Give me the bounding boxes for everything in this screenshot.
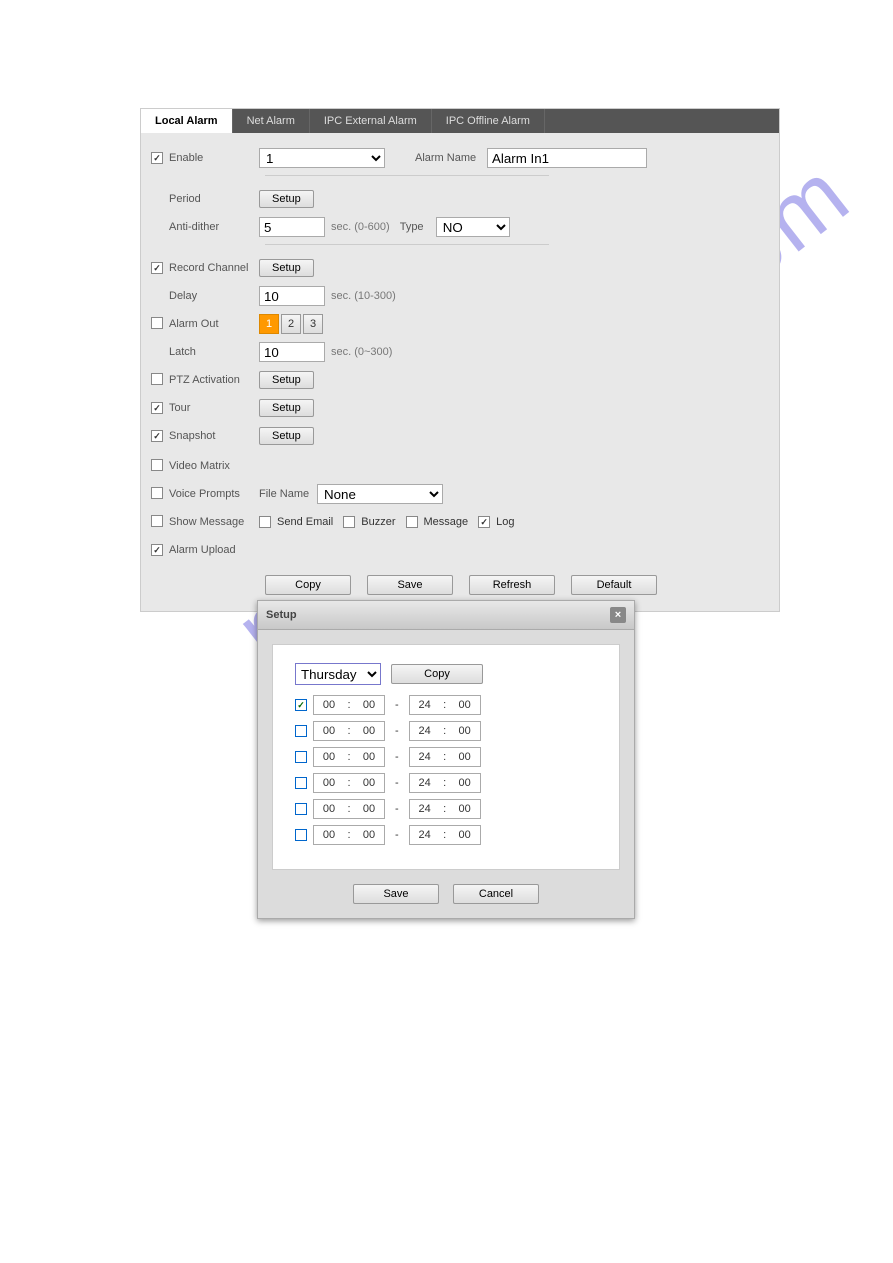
latch-label: Latch <box>169 346 259 358</box>
delay-label: Delay <box>169 290 259 302</box>
latch-hint: sec. (0~300) <box>331 346 392 358</box>
modal-copy-button[interactable]: Copy <box>391 664 483 684</box>
anti-dither-hint: sec. (0-600) <box>331 221 390 233</box>
day-select[interactable]: Thursday <box>295 663 381 685</box>
show-message-checkbox[interactable] <box>151 515 163 527</box>
type-select[interactable]: NO <box>436 217 510 237</box>
modal-save-button[interactable]: Save <box>353 884 439 904</box>
alarm-out-checkbox[interactable] <box>151 317 163 329</box>
buzzer-label: Buzzer <box>361 516 395 528</box>
snapshot-setup-button[interactable]: Setup <box>259 427 314 445</box>
period-3-start-input[interactable]: 00:00 <box>313 747 385 767</box>
voice-prompts-checkbox[interactable] <box>151 487 163 499</box>
save-button[interactable]: Save <box>367 575 453 595</box>
enable-label: Enable <box>169 152 259 164</box>
type-label: Type <box>400 221 436 233</box>
send-email-checkbox[interactable] <box>259 516 271 528</box>
ptz-label: PTZ Activation <box>169 374 259 386</box>
alarm-out-label: Alarm Out <box>169 318 259 330</box>
alarm-name-label: Alarm Name <box>415 152 487 164</box>
period-4-checkbox[interactable] <box>295 777 307 789</box>
period-6-end-input[interactable]: 24:00 <box>409 825 481 845</box>
alarm-upload-label: Alarm Upload <box>169 544 259 556</box>
tab-ipc-external-alarm[interactable]: IPC External Alarm <box>310 109 432 133</box>
alarm-panel: Local Alarm Net Alarm IPC External Alarm… <box>140 108 780 612</box>
period-3-end-input[interactable]: 24:00 <box>409 747 481 767</box>
dash-icon: - <box>395 829 399 841</box>
period-4-start-input[interactable]: 00:00 <box>313 773 385 793</box>
message-checkbox[interactable] <box>406 516 418 528</box>
video-matrix-checkbox[interactable] <box>151 459 163 471</box>
ptz-setup-button[interactable]: Setup <box>259 371 314 389</box>
tour-setup-button[interactable]: Setup <box>259 399 314 417</box>
message-label: Message <box>424 516 469 528</box>
alarm-name-input[interactable] <box>487 148 647 168</box>
file-name-select[interactable]: None <box>317 484 443 504</box>
period-3-checkbox[interactable] <box>295 751 307 763</box>
refresh-button[interactable]: Refresh <box>469 575 555 595</box>
tab-bar: Local Alarm Net Alarm IPC External Alarm… <box>141 109 779 133</box>
delay-hint: sec. (10-300) <box>331 290 396 302</box>
alarm-out-3-button[interactable]: 3 <box>303 314 323 334</box>
period-2-end-input[interactable]: 24:00 <box>409 721 481 741</box>
period-setup-button[interactable]: Setup <box>259 190 314 208</box>
period-5-start-input[interactable]: 00:00 <box>313 799 385 819</box>
tour-label: Tour <box>169 402 259 414</box>
dash-icon: - <box>395 777 399 789</box>
tab-net-alarm[interactable]: Net Alarm <box>233 109 310 133</box>
tour-checkbox[interactable] <box>151 402 163 414</box>
dash-icon: - <box>395 725 399 737</box>
setup-modal: Setup × Thursday Copy 00:00-24:0000:00-2… <box>257 600 635 919</box>
period-1-start-input[interactable]: 00:00 <box>313 695 385 715</box>
copy-button[interactable]: Copy <box>265 575 351 595</box>
period-5-end-input[interactable]: 24:00 <box>409 799 481 819</box>
channel-select[interactable]: 1 <box>259 148 385 168</box>
alarm-out-1-button[interactable]: 1 <box>259 314 279 334</box>
close-icon[interactable]: × <box>610 607 626 623</box>
ptz-checkbox[interactable] <box>151 373 163 385</box>
log-checkbox[interactable] <box>478 516 490 528</box>
log-label: Log <box>496 516 514 528</box>
send-email-label: Send Email <box>277 516 333 528</box>
record-channel-checkbox[interactable] <box>151 262 163 274</box>
alarm-out-2-button[interactable]: 2 <box>281 314 301 334</box>
record-channel-label: Record Channel <box>169 262 259 274</box>
latch-input[interactable] <box>259 342 325 362</box>
modal-title: Setup <box>266 609 297 621</box>
tab-local-alarm[interactable]: Local Alarm <box>141 109 233 133</box>
period-1-end-input[interactable]: 24:00 <box>409 695 481 715</box>
alarm-upload-checkbox[interactable] <box>151 544 163 556</box>
record-channel-setup-button[interactable]: Setup <box>259 259 314 277</box>
panel-body: Enable 1 Alarm Name Period Setup Anti-di… <box>141 133 779 611</box>
video-matrix-label: Video Matrix <box>169 460 259 472</box>
anti-dither-input[interactable] <box>259 217 325 237</box>
modal-cancel-button[interactable]: Cancel <box>453 884 539 904</box>
default-button[interactable]: Default <box>571 575 657 595</box>
period-1-checkbox[interactable] <box>295 699 307 711</box>
dash-icon: - <box>395 803 399 815</box>
period-6-start-input[interactable]: 00:00 <box>313 825 385 845</box>
snapshot-checkbox[interactable] <box>151 430 163 442</box>
buzzer-checkbox[interactable] <box>343 516 355 528</box>
period-6-checkbox[interactable] <box>295 829 307 841</box>
period-5-checkbox[interactable] <box>295 803 307 815</box>
voice-prompts-label: Voice Prompts <box>169 488 259 500</box>
dash-icon: - <box>395 699 399 711</box>
dash-icon: - <box>395 751 399 763</box>
show-message-label: Show Message <box>169 516 259 528</box>
delay-input[interactable] <box>259 286 325 306</box>
period-label: Period <box>169 193 259 205</box>
anti-dither-label: Anti-dither <box>169 221 259 233</box>
tab-ipc-offline-alarm[interactable]: IPC Offline Alarm <box>432 109 545 133</box>
snapshot-label: Snapshot <box>169 430 259 442</box>
period-2-start-input[interactable]: 00:00 <box>313 721 385 741</box>
period-4-end-input[interactable]: 24:00 <box>409 773 481 793</box>
period-2-checkbox[interactable] <box>295 725 307 737</box>
enable-checkbox[interactable] <box>151 152 163 164</box>
file-name-label: File Name <box>259 488 317 500</box>
